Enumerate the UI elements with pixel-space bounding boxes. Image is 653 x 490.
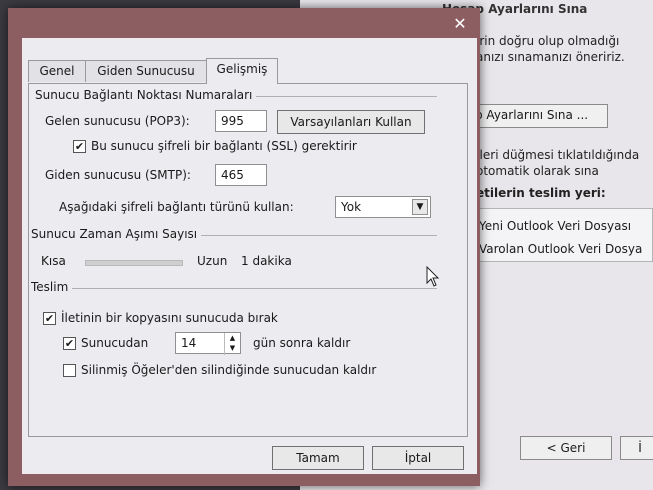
background-info-line: otomatik olarak sına bbox=[476, 164, 599, 178]
port-group-label: Sunucu Bağlantı Noktası Numaraları bbox=[35, 88, 257, 102]
background-text-line: irin doğru olup olmadığı bbox=[476, 34, 620, 48]
tab-advanced[interactable]: Gelişmiş bbox=[206, 58, 278, 84]
remove-after-label-prefix: Sunucudan bbox=[81, 336, 149, 350]
group-divider bbox=[37, 288, 437, 289]
timeout-short-label: Kısa bbox=[41, 254, 66, 268]
background-text-line: anızı sınamanızı öneririz. bbox=[476, 50, 625, 64]
ssl-label: Bu sunucu şifreli bir bağlantı (SSL) ger… bbox=[91, 139, 357, 153]
outgoing-port-input[interactable]: 465 bbox=[215, 164, 267, 186]
advanced-settings-dialog: ✕ Genel Giden Sunucusu Gelişmiş Sunucu B… bbox=[8, 8, 480, 486]
remove-deleted-checkbox[interactable] bbox=[63, 364, 76, 377]
remove-days-stepper[interactable]: 14 ▲ ▼ bbox=[175, 332, 241, 355]
delivery-option-new[interactable]: Yeni Outlook Veri Dosyası bbox=[479, 219, 631, 233]
chevron-down-icon[interactable]: ▼ bbox=[225, 343, 240, 353]
leave-copy-checkbox[interactable]: ✔ bbox=[43, 312, 56, 325]
checkmark-icon: ✔ bbox=[64, 337, 75, 350]
delivery-group-label: Teslim bbox=[31, 280, 73, 294]
next-button[interactable]: İ bbox=[620, 436, 653, 460]
tab-general[interactable]: Genel bbox=[28, 60, 86, 82]
encryption-type-label: Aşağıdaki şifreli bağlantı türünü kullan… bbox=[59, 200, 294, 214]
timeout-long-label: Uzun bbox=[197, 254, 228, 268]
use-defaults-button[interactable]: Varsayılanları Kullan bbox=[277, 110, 425, 134]
spin-buttons[interactable]: ▲ ▼ bbox=[224, 333, 240, 355]
tab-outgoing-server[interactable]: Giden Sunucusu bbox=[85, 60, 207, 82]
delivery-location-list: Yeni Outlook Veri Dosyası Varolan Outloo… bbox=[468, 208, 653, 262]
dialog-body: Genel Giden Sunucusu Gelişmiş Sunucu Bağ… bbox=[22, 38, 477, 474]
timeout-slider[interactable] bbox=[85, 260, 183, 266]
ok-button[interactable]: Tamam bbox=[272, 446, 364, 470]
background-info-line: İleri düğmesi tıklatıldığında bbox=[476, 148, 640, 162]
encryption-type-select[interactable]: Yok ▼ bbox=[335, 196, 431, 218]
remove-deleted-label: Silinmiş Öğeler'den silindiğinde sunucud… bbox=[81, 363, 377, 377]
timeout-group-label: Sunucu Zaman Aşımı Sayısı bbox=[31, 227, 202, 241]
test-account-settings-button[interactable]: p Ayarlarını Sına ... bbox=[470, 104, 608, 128]
chevron-down-icon[interactable]: ▼ bbox=[412, 199, 428, 215]
leave-copy-label: İletinin bir kopyasını sunucuda bırak bbox=[61, 311, 278, 325]
outgoing-server-label: Giden sunucusu (SMTP): bbox=[45, 168, 191, 182]
incoming-server-label: Gelen sunucusu (POP3): bbox=[45, 114, 190, 128]
close-icon[interactable]: ✕ bbox=[446, 12, 474, 36]
remove-after-label-suffix: gün sonra kaldır bbox=[253, 336, 351, 350]
mouse-pointer-icon bbox=[426, 266, 440, 287]
timeout-value: 1 dakika bbox=[241, 254, 292, 268]
chevron-up-icon[interactable]: ▲ bbox=[225, 333, 240, 343]
checkmark-icon: ✔ bbox=[74, 140, 85, 153]
encryption-selected-value: Yok bbox=[341, 200, 362, 214]
remove-after-checkbox[interactable]: ✔ bbox=[63, 337, 76, 350]
advanced-tab-panel: Sunucu Bağlantı Noktası Numaraları Gelen… bbox=[28, 83, 468, 437]
remove-days-value: 14 bbox=[181, 336, 197, 350]
delivery-option-existing[interactable]: Varolan Outlook Veri Dosya bbox=[479, 242, 642, 256]
checkmark-icon: ✔ bbox=[44, 312, 55, 325]
cancel-button[interactable]: İptal bbox=[372, 446, 464, 470]
delivery-location-label: etilerin teslim yeri: bbox=[476, 186, 606, 200]
back-button[interactable]: < Geri bbox=[520, 436, 612, 460]
incoming-port-input[interactable]: 995 bbox=[215, 110, 267, 132]
ssl-checkbox[interactable]: ✔ bbox=[73, 140, 86, 153]
